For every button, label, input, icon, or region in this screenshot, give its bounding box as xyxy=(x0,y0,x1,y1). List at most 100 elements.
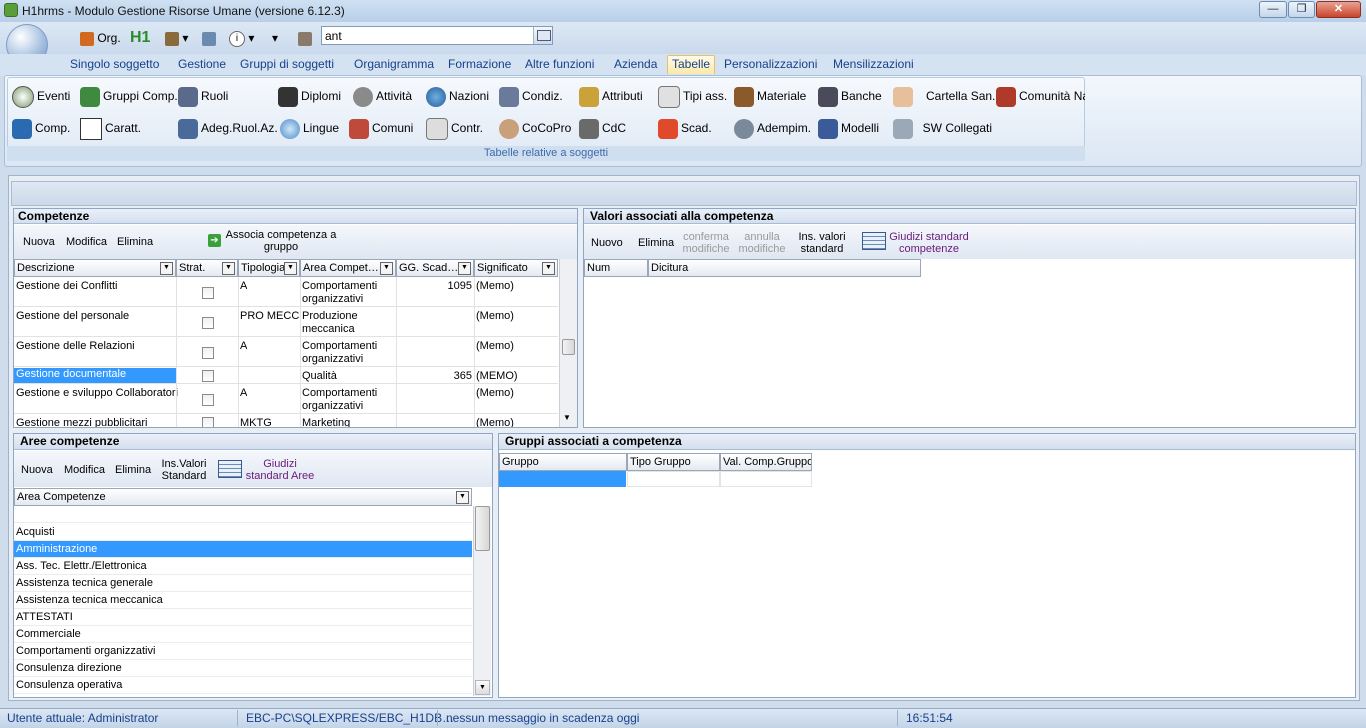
strat-checkbox[interactable] xyxy=(202,347,214,359)
ribbon-eventi-button[interactable]: Eventi xyxy=(12,84,70,108)
list-item[interactable]: Consulenza operativa xyxy=(14,677,472,694)
col-num[interactable]: Num xyxy=(584,259,648,277)
tab-gruppi-di-soggetti[interactable]: Gruppi di soggetti xyxy=(240,57,334,71)
tab-personalizzazioni[interactable]: Personalizzazioni xyxy=(724,57,817,71)
ribbon-contr-button[interactable]: Contr. xyxy=(426,116,483,140)
ribbon-diplomi-button[interactable]: Diplomi xyxy=(278,84,341,108)
ribbon-caratt-button[interactable]: Caratt. xyxy=(80,116,141,140)
ribbon-attributi-button[interactable]: Attributi xyxy=(579,84,643,108)
aree-ins-valori-button[interactable]: Ins.Valori Standard xyxy=(158,458,210,482)
list-item[interactable]: Assistenza tecnica meccanica xyxy=(14,592,472,609)
ribbon-comuni-button[interactable]: Comuni xyxy=(349,116,413,140)
list-item[interactable]: Assistenza tecnica generale xyxy=(14,575,472,592)
col-significato[interactable]: Significato ▼ xyxy=(474,259,558,277)
col-area-competenza[interactable]: Area Compet… ▼ xyxy=(300,259,396,277)
col-dicitura[interactable]: Dicitura xyxy=(648,259,921,277)
ribbon-comp-button[interactable]: Comp. xyxy=(12,116,70,140)
col-descrizione[interactable]: Descrizione ▼ xyxy=(14,259,176,277)
qat-customize-button[interactable]: ▾ xyxy=(272,28,278,48)
list-item-selected[interactable]: Amministrazione xyxy=(14,541,472,558)
strat-checkbox[interactable] xyxy=(202,317,214,329)
ribbon-comunita-button[interactable]: Comunità Na xyxy=(996,84,1085,108)
tab-singolo-soggetto[interactable]: Singolo soggetto xyxy=(70,57,159,71)
scrollbar-thumb[interactable] xyxy=(475,506,490,551)
search-input[interactable] xyxy=(321,26,553,45)
filter-dropdown-icon[interactable]: ▼ xyxy=(160,262,173,275)
tab-organigramma[interactable]: Organigramma xyxy=(354,57,434,71)
aree-scrollbar[interactable]: ▼ xyxy=(473,506,491,696)
list-item[interactable]: Consulenza direzione xyxy=(14,660,472,677)
list-item[interactable]: Acquisti xyxy=(14,524,472,541)
valori-nuovo-button[interactable]: Nuovo xyxy=(591,237,623,249)
ribbon-sw-collegati-button[interactable]: SW Collegati xyxy=(893,116,992,140)
tab-azienda[interactable]: Azienda xyxy=(614,57,657,71)
strat-checkbox[interactable] xyxy=(202,394,214,406)
strat-checkbox[interactable] xyxy=(202,287,214,299)
info-button[interactable]: i ▾ xyxy=(229,28,254,48)
competenze-nuova-button[interactable]: Nuova xyxy=(23,236,55,248)
giudizi-standard-competenze-button[interactable]: Giudizi standard competenze xyxy=(888,231,970,255)
table-row[interactable]: Gestione e sviluppo Collaboratori A Comp… xyxy=(14,384,558,414)
ribbon-gruppi-comp-button[interactable]: Gruppi Comp. xyxy=(80,84,178,108)
minimize-button[interactable]: — xyxy=(1259,1,1287,18)
scroll-down-icon[interactable]: ▼ xyxy=(563,413,571,422)
competenze-modifica-button[interactable]: Modifica xyxy=(66,236,107,248)
table-row[interactable]: Gestione documentale Qualità 365 (MEMO) xyxy=(14,367,558,384)
filter-dropdown-icon[interactable]: ▼ xyxy=(542,262,555,275)
scrollbar-thumb[interactable] xyxy=(562,339,575,355)
filter-dropdown-icon[interactable]: ▼ xyxy=(284,262,297,275)
tab-mensilizzazioni[interactable]: Mensilizzazioni xyxy=(833,57,914,71)
filter-dropdown-icon[interactable]: ▼ xyxy=(458,262,471,275)
ribbon-cdc-button[interactable]: CdC xyxy=(579,116,626,140)
org-button[interactable]: Org. xyxy=(80,28,121,48)
col-strat[interactable]: Strat. ▼ xyxy=(176,259,238,277)
maximize-button[interactable]: ❐ xyxy=(1288,1,1315,18)
col-tipologia[interactable]: Tipologia ▼ xyxy=(238,259,300,277)
filter-dropdown-icon[interactable]: ▼ xyxy=(222,262,235,275)
list-item[interactable]: Ass. Tec. Elettr./Elettronica xyxy=(14,558,472,575)
ribbon-nazioni-button[interactable]: Nazioni xyxy=(426,84,489,108)
ribbon-banche-button[interactable]: Banche xyxy=(818,84,882,108)
tab-tabelle[interactable]: Tabelle xyxy=(667,55,716,74)
ribbon-adempim-button[interactable]: Adempim. xyxy=(734,116,811,140)
ins-valori-standard-button[interactable]: Ins. valori standard xyxy=(793,231,851,255)
ribbon-lingue-button[interactable]: Lingue xyxy=(280,116,339,140)
competenze-scrollbar[interactable]: ▼ xyxy=(559,259,577,427)
ribbon-tipi-ass-button[interactable]: Tipi ass. xyxy=(658,84,727,108)
list-item[interactable]: Commerciale xyxy=(14,626,472,643)
list-item[interactable] xyxy=(14,506,472,523)
valori-elimina-button[interactable]: Elimina xyxy=(638,237,674,249)
ribbon-attivita-button[interactable]: Attività xyxy=(353,84,412,108)
h1-button[interactable]: H1 xyxy=(130,28,150,48)
aree-elimina-button[interactable]: Elimina xyxy=(115,464,151,476)
aree-nuova-button[interactable]: Nuova xyxy=(21,464,53,476)
gruppi-empty-cell[interactable] xyxy=(627,471,720,487)
col-area-competenze[interactable]: Area Competenze ▼ xyxy=(14,488,472,506)
col-gruppo[interactable]: Gruppo xyxy=(499,453,627,471)
list-item[interactable]: Comportamenti organizzativi xyxy=(14,643,472,660)
strat-checkbox[interactable] xyxy=(202,417,214,427)
ribbon-condiz-button[interactable]: Condiz. xyxy=(499,84,563,108)
associa-competenza-button[interactable]: Associa competenza a gruppo xyxy=(224,229,338,253)
table-row[interactable]: Gestione mezzi pubblicitari MKTG Marketi… xyxy=(14,414,558,427)
scroll-down-icon[interactable]: ▼ xyxy=(475,680,490,695)
col-tipo-gruppo[interactable]: Tipo Gruppo xyxy=(627,453,720,471)
giudizi-standard-aree-button[interactable]: Giudizi standard Aree xyxy=(244,458,316,482)
list-item[interactable]: ATTESTATI xyxy=(14,609,472,626)
filter-dropdown-icon[interactable]: ▼ xyxy=(380,262,393,275)
strat-checkbox[interactable] xyxy=(202,370,214,382)
col-val-comp-gruppo[interactable]: Val. Comp.Gruppo xyxy=(720,453,812,471)
competenze-elimina-button[interactable]: Elimina xyxy=(117,236,153,248)
ribbon-cocopro-button[interactable]: CoCoPro xyxy=(499,116,571,140)
annulla-modifiche-button[interactable]: annulla modifiche xyxy=(737,231,787,255)
close-button[interactable]: ✕ xyxy=(1316,1,1361,18)
filter-dropdown-icon[interactable]: ▼ xyxy=(456,491,469,504)
search-button[interactable] xyxy=(533,27,552,44)
tab-altre-funzioni[interactable]: Altre funzioni xyxy=(525,57,594,71)
table-row[interactable]: Gestione del personale PRO MECC Produzio… xyxy=(14,307,558,337)
col-gg-scadenza[interactable]: GG. Scad… ▼ xyxy=(396,259,474,277)
tab-formazione[interactable]: Formazione xyxy=(448,57,511,71)
table-row[interactable]: Gestione dei Conflitti A Comportamenti o… xyxy=(14,277,558,307)
ribbon-materiale-button[interactable]: Materiale xyxy=(734,84,806,108)
ribbon-scad-button[interactable]: Scad. xyxy=(658,116,712,140)
